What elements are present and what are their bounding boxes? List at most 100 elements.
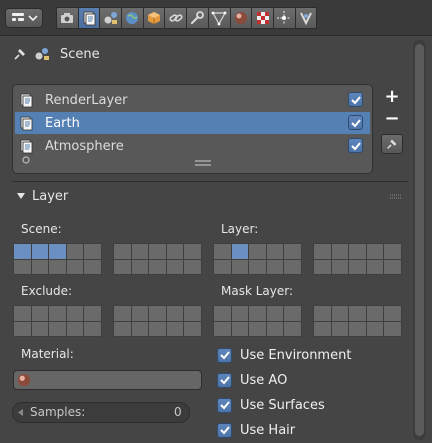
layer-toggle-cell[interactable]: [331, 259, 349, 274]
material-field[interactable]: [13, 370, 202, 390]
layer-toggle-cell[interactable]: [66, 244, 84, 259]
layer-toggle-cell[interactable]: [14, 244, 31, 259]
layer-toggle-cell[interactable]: [214, 321, 231, 336]
layer-toggle-cell[interactable]: [349, 259, 366, 274]
layer-toggle-cell[interactable]: [31, 321, 49, 336]
layer-toggle-cell[interactable]: [349, 306, 366, 321]
layer-toggle-cell[interactable]: [266, 306, 284, 321]
constraints-tab[interactable]: [164, 7, 188, 29]
layer-toggle-cell[interactable]: [114, 321, 131, 336]
layer-toggle-cell[interactable]: [14, 306, 31, 321]
drag-handle-icon[interactable]: [389, 193, 403, 199]
layer-toggle-cell[interactable]: [266, 321, 284, 336]
layer-toggle-cell[interactable]: [84, 244, 101, 259]
use-hair-toggle[interactable]: Use Hair: [217, 421, 295, 439]
checkbox[interactable]: [217, 372, 232, 388]
layer-toggle-cell[interactable]: [131, 244, 149, 259]
layer-toggle-cell[interactable]: [366, 244, 384, 259]
layer-toggle-cell[interactable]: [384, 306, 401, 321]
layer-toggle-cell[interactable]: [214, 259, 231, 274]
layer-toggle-cell[interactable]: [231, 244, 249, 259]
layer-toggle-cell[interactable]: [184, 321, 201, 336]
layer-toggle-cell[interactable]: [366, 321, 384, 336]
layer-toggle-cell[interactable]: [249, 244, 266, 259]
layer-toggle-cell[interactable]: [166, 244, 184, 259]
list-item[interactable]: RenderLayer: [15, 89, 370, 111]
layer-toggle-cell[interactable]: [231, 306, 249, 321]
resize-grip-icon[interactable]: [195, 160, 211, 166]
layer-toggle-cell[interactable]: [84, 259, 101, 274]
layer-toggle-cell[interactable]: [331, 321, 349, 336]
material-tab[interactable]: [229, 7, 253, 29]
layer-toggle-cell[interactable]: [349, 244, 366, 259]
list-item[interactable]: Atmosphere: [15, 135, 370, 157]
layer-toggle-cell[interactable]: [266, 259, 284, 274]
particles-tab[interactable]: [272, 7, 296, 29]
filter-options-icon[interactable]: [21, 155, 31, 165]
layer-toggle-cell[interactable]: [31, 306, 49, 321]
layer-toggle-cell[interactable]: [49, 321, 66, 336]
layer-toggle-cell[interactable]: [284, 259, 301, 274]
pin-icon[interactable]: [12, 46, 28, 62]
layer-toggle-cell[interactable]: [314, 321, 331, 336]
add-layer-button[interactable]: +: [381, 86, 403, 107]
layer-toggle-cell[interactable]: [314, 306, 331, 321]
layer-toggle-cell[interactable]: [366, 306, 384, 321]
decrement-arrow-icon[interactable]: [17, 408, 24, 417]
layer-toggle-cell[interactable]: [249, 306, 266, 321]
layer-toggle-cell[interactable]: [249, 321, 266, 336]
layer-toggle-cell[interactable]: [114, 244, 131, 259]
layer-toggle-cell[interactable]: [366, 259, 384, 274]
editor-type-button[interactable]: [5, 8, 43, 28]
layer-toggle-cell[interactable]: [149, 244, 166, 259]
layer-toggle-cell[interactable]: [284, 321, 301, 336]
layer-toggle-cell[interactable]: [114, 306, 131, 321]
layer-toggle-cell[interactable]: [31, 259, 49, 274]
layer-toggle-cell[interactable]: [214, 306, 231, 321]
pin-layer-button[interactable]: [381, 134, 403, 154]
layer-toggle-cell[interactable]: [84, 321, 101, 336]
layer-toggle-cell[interactable]: [84, 306, 101, 321]
layer-toggle-cell[interactable]: [331, 244, 349, 259]
layer-toggle-cell[interactable]: [131, 321, 149, 336]
checkbox[interactable]: [217, 397, 232, 413]
layer-toggle-cell[interactable]: [166, 259, 184, 274]
layer-toggle-cell[interactable]: [149, 321, 166, 336]
layer-toggle-cell[interactable]: [231, 259, 249, 274]
layer-toggle-cell[interactable]: [184, 306, 201, 321]
layer-toggle-cell[interactable]: [284, 244, 301, 259]
layer-toggle-cell[interactable]: [384, 244, 401, 259]
checkbox[interactable]: [217, 347, 232, 363]
scene-tab[interactable]: [99, 7, 123, 29]
layer-toggle-cell[interactable]: [184, 244, 201, 259]
layer-toggle-cell[interactable]: [66, 306, 84, 321]
render-layers-tab[interactable]: [77, 7, 101, 29]
layer-toggle-cell[interactable]: [31, 244, 49, 259]
remove-layer-button[interactable]: −: [381, 108, 403, 129]
layer-toggle-cell[interactable]: [249, 259, 266, 274]
layer-toggle-cell[interactable]: [131, 306, 149, 321]
layer-toggle-cell[interactable]: [166, 306, 184, 321]
layer-toggle-cell[interactable]: [66, 259, 84, 274]
list-item[interactable]: Earth: [15, 112, 370, 134]
layer-toggle-cell[interactable]: [131, 259, 149, 274]
layer-toggle-cell[interactable]: [149, 306, 166, 321]
layer-toggle-cell[interactable]: [114, 259, 131, 274]
layer-enabled-checkbox[interactable]: [348, 92, 363, 107]
layer-toggle-cell[interactable]: [149, 259, 166, 274]
layer-toggle-cell[interactable]: [49, 244, 66, 259]
layer-toggle-cell[interactable]: [184, 259, 201, 274]
use-surfaces-toggle[interactable]: Use Surfaces: [217, 396, 325, 414]
layer-toggle-cell[interactable]: [331, 306, 349, 321]
layer-enabled-checkbox[interactable]: [348, 138, 363, 153]
render-tab[interactable]: [56, 7, 79, 29]
layer-panel-header[interactable]: Layer: [16, 186, 68, 206]
layer-toggle-cell[interactable]: [314, 259, 331, 274]
layer-toggle-cell[interactable]: [384, 321, 401, 336]
scrollbar-thumb[interactable]: [415, 44, 424, 436]
layer-toggle-cell[interactable]: [349, 321, 366, 336]
layer-toggle-cell[interactable]: [49, 259, 66, 274]
world-tab[interactable]: [121, 7, 144, 29]
use-ao-toggle[interactable]: Use AO: [217, 371, 287, 389]
object-tab[interactable]: [142, 7, 166, 29]
